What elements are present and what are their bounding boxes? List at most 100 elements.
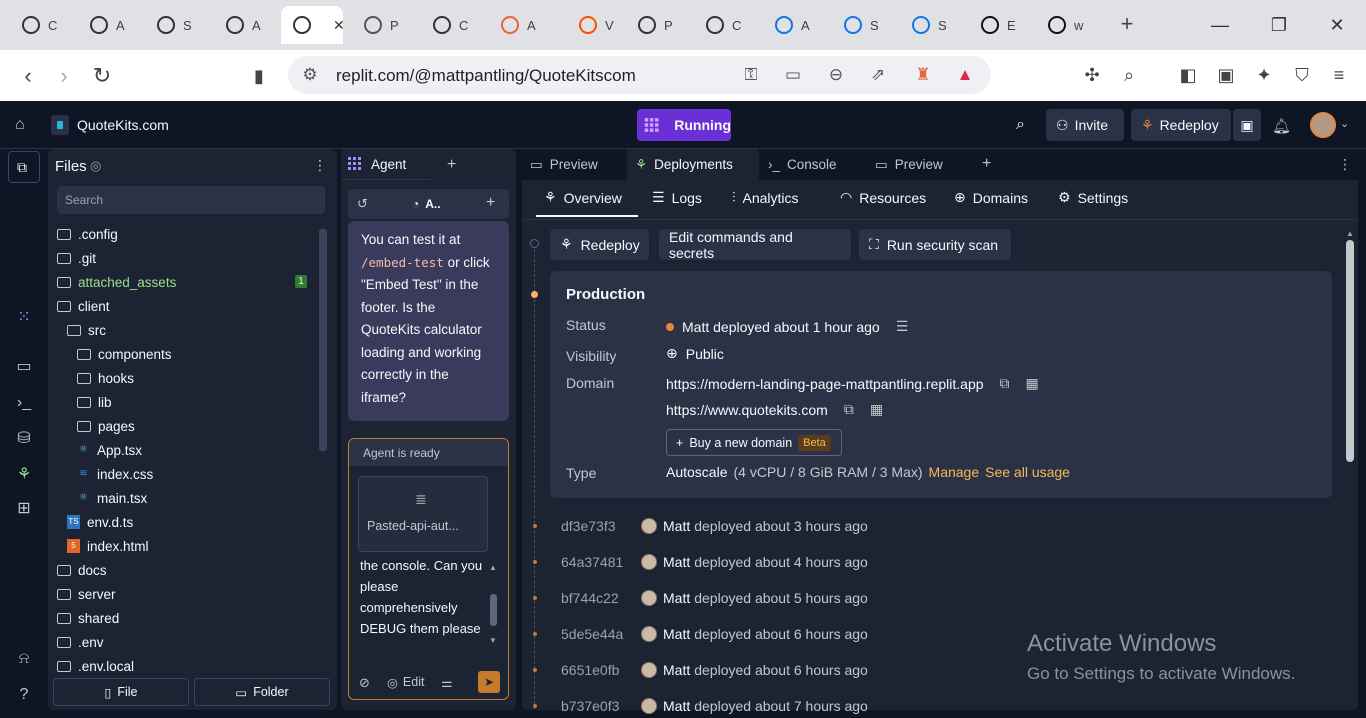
database-rail-icon[interactable]: ⛁: [14, 429, 34, 449]
browser-tab[interactable]: S: [145, 6, 203, 44]
browser-tab[interactable]: w: [1036, 6, 1094, 44]
new-file-button[interactable]: ▯ File: [53, 678, 189, 706]
menu-icon[interactable]: ≡: [1328, 64, 1350, 86]
attach-icon[interactable]: ⊘: [359, 675, 370, 691]
manage-link[interactable]: Manage: [929, 464, 980, 480]
file-tree-item[interactable]: ⚛ main.tsx: [77, 487, 147, 509]
edit-commands-button[interactable]: Edit commands and secrets: [659, 229, 851, 261]
new-folder-button[interactable]: ▭ Folder: [194, 678, 330, 706]
new-tab-button[interactable]: +: [1115, 12, 1139, 36]
leo-ai-icon[interactable]: ✦: [1253, 64, 1275, 86]
browser-tab[interactable]: P: [626, 6, 684, 44]
subtab-settings[interactable]: ⚙ Settings: [1058, 189, 1128, 206]
deployments-rail-icon[interactable]: ⚘: [14, 465, 34, 485]
agent-rail-icon[interactable]: ⁙: [14, 308, 34, 328]
file-tree-item[interactable]: lib: [77, 391, 112, 413]
agent-tab[interactable]: Agent: [341, 149, 431, 180]
file-tree-item[interactable]: shared: [57, 607, 119, 629]
site-settings-icon[interactable]: ⚙: [300, 65, 320, 85]
browser-tab[interactable]: A: [489, 6, 547, 44]
new-pane-tab-icon[interactable]: +: [982, 155, 991, 173]
url-bar[interactable]: ⚙ replit.com/@mattpantling/QuoteKitscom …: [288, 56, 991, 94]
browser-tab[interactable]: A: [214, 6, 272, 44]
browser-tab[interactable]: A: [763, 6, 821, 44]
browser-tab[interactable]: C: [10, 6, 68, 44]
buy-domain-button[interactable]: + Buy a new domain Beta: [666, 429, 842, 456]
chevron-down-icon[interactable]: ⌄: [1340, 117, 1349, 130]
domain-link-1[interactable]: https://modern-landing-page-mattpantling…: [666, 376, 984, 392]
file-tree-item[interactable]: src: [67, 319, 106, 341]
alerts-rail-icon[interactable]: ⍾: [14, 649, 34, 669]
security-scan-button[interactable]: ⛶ Run security scan: [859, 229, 1011, 260]
tab-deployments[interactable]: ⚘ Deployments: [627, 149, 759, 180]
notifications-icon[interactable]: 🔔︎: [1272, 117, 1291, 135]
subtab-resources[interactable]: ◠ Resources: [840, 189, 926, 206]
browser-tab[interactable]: E: [969, 6, 1027, 44]
tab-preview-2[interactable]: ▭ Preview: [867, 149, 969, 180]
prompt-scrollbar[interactable]: ▲ ▼: [487, 563, 499, 655]
browser-tab[interactable]: P: [352, 6, 410, 44]
file-tree-item[interactable]: components: [77, 343, 172, 365]
brave-rewards-icon[interactable]: ▲: [955, 65, 975, 85]
agent-prompt-text[interactable]: the console. Can you please comprehensiv…: [360, 555, 484, 639]
file-tree-item[interactable]: client: [57, 295, 110, 317]
qr-code-icon[interactable]: ▦: [1026, 375, 1039, 392]
redeploy-button[interactable]: ⚘ Redeploy: [1131, 109, 1231, 141]
subtab-analytics[interactable]: ⫶ Analytics: [732, 189, 799, 206]
forward-icon[interactable]: ›: [51, 63, 77, 89]
more-options-icon[interactable]: ⋮: [313, 157, 327, 174]
deployment-history-row[interactable]: df3e73f3 Matt deployed about 3 hours ago: [561, 516, 868, 536]
shell-rail-icon[interactable]: ›_: [14, 393, 34, 413]
run-button[interactable]: Running: [637, 109, 731, 141]
install-app-icon[interactable]: ▭: [783, 65, 803, 85]
brave-shield-icon[interactable]: ♜: [913, 65, 933, 85]
file-tree-item[interactable]: pages: [77, 415, 135, 437]
file-tree-item[interactable]: ⚛ App.tsx: [77, 439, 142, 461]
wallet-icon[interactable]: ▣: [1215, 64, 1237, 86]
deploy-scrollbar[interactable]: ▲: [1345, 229, 1355, 709]
subtab-overview[interactable]: ⚘ Overview: [544, 189, 622, 206]
browser-tab[interactable]: V: [567, 6, 625, 44]
search-icon[interactable]: ⌕: [1016, 116, 1034, 134]
agent-input-box[interactable]: Agent is ready ≣ Pasted-api-aut... the c…: [348, 438, 509, 700]
send-button[interactable]: ➤: [478, 671, 500, 693]
files-rail-button[interactable]: ⧉: [8, 151, 40, 183]
restore-icon[interactable]: ❐: [1267, 13, 1291, 37]
deployment-history-row[interactable]: 5de5e44a Matt deployed about 6 hours ago: [561, 624, 868, 644]
see-usage-link[interactable]: See all usage: [985, 464, 1070, 480]
invite-button[interactable]: ⚇ Invite: [1046, 109, 1124, 141]
pane-more-icon[interactable]: ⋮: [1338, 156, 1352, 173]
tab-preview-1[interactable]: ▭ Preview: [522, 149, 625, 180]
new-chat-icon[interactable]: +: [486, 194, 495, 212]
file-tree-item[interactable]: .env: [57, 631, 104, 653]
pasted-attachment[interactable]: ≣ Pasted-api-aut...: [358, 476, 488, 552]
share-icon[interactable]: ⇗: [868, 65, 888, 85]
browser-tab[interactable]: A: [78, 6, 136, 44]
deployment-history-row[interactable]: 6651e0fb Matt deployed about 6 hours ago: [561, 660, 868, 680]
file-tree-item[interactable]: .config: [57, 223, 118, 245]
close-window-icon[interactable]: ✕: [1325, 13, 1349, 37]
all-tools-rail-icon[interactable]: ⊞: [14, 499, 34, 519]
url-text[interactable]: replit.com/@mattpantling/QuoteKitscom: [336, 66, 636, 86]
back-icon[interactable]: ‹: [15, 63, 41, 89]
subtab-domains[interactable]: ⊕ Domains: [954, 189, 1028, 206]
tab-console[interactable]: ›_ Console: [760, 149, 863, 180]
browser-tab[interactable]: C: [694, 6, 752, 44]
home-icon[interactable]: ⌂: [15, 116, 33, 134]
file-tree-item[interactable]: docs: [57, 559, 107, 581]
new-pane-tab-icon[interactable]: +: [447, 156, 456, 174]
project-name[interactable]: QuoteKits.com: [77, 117, 169, 133]
files-search-input[interactable]: Search: [57, 186, 325, 214]
logs-list-icon[interactable]: ☰: [896, 318, 909, 335]
close-tab-icon[interactable]: ✕: [333, 17, 345, 34]
minimize-icon[interactable]: —: [1208, 13, 1232, 37]
file-tree-item[interactable]: .env.local: [57, 655, 134, 673]
browser-tab[interactable]: S: [832, 6, 890, 44]
file-tree-item[interactable]: .git: [57, 247, 96, 269]
deployment-history-row[interactable]: 64a37481 Matt deployed about 4 hours ago: [561, 552, 868, 572]
file-tree-item[interactable]: TS env.d.ts: [67, 511, 133, 533]
file-tree-item[interactable]: hooks: [77, 367, 134, 389]
files-scrollbar[interactable]: [319, 229, 327, 451]
webview-rail-icon[interactable]: ▭: [14, 357, 34, 377]
reload-icon[interactable]: ↻: [89, 63, 115, 89]
